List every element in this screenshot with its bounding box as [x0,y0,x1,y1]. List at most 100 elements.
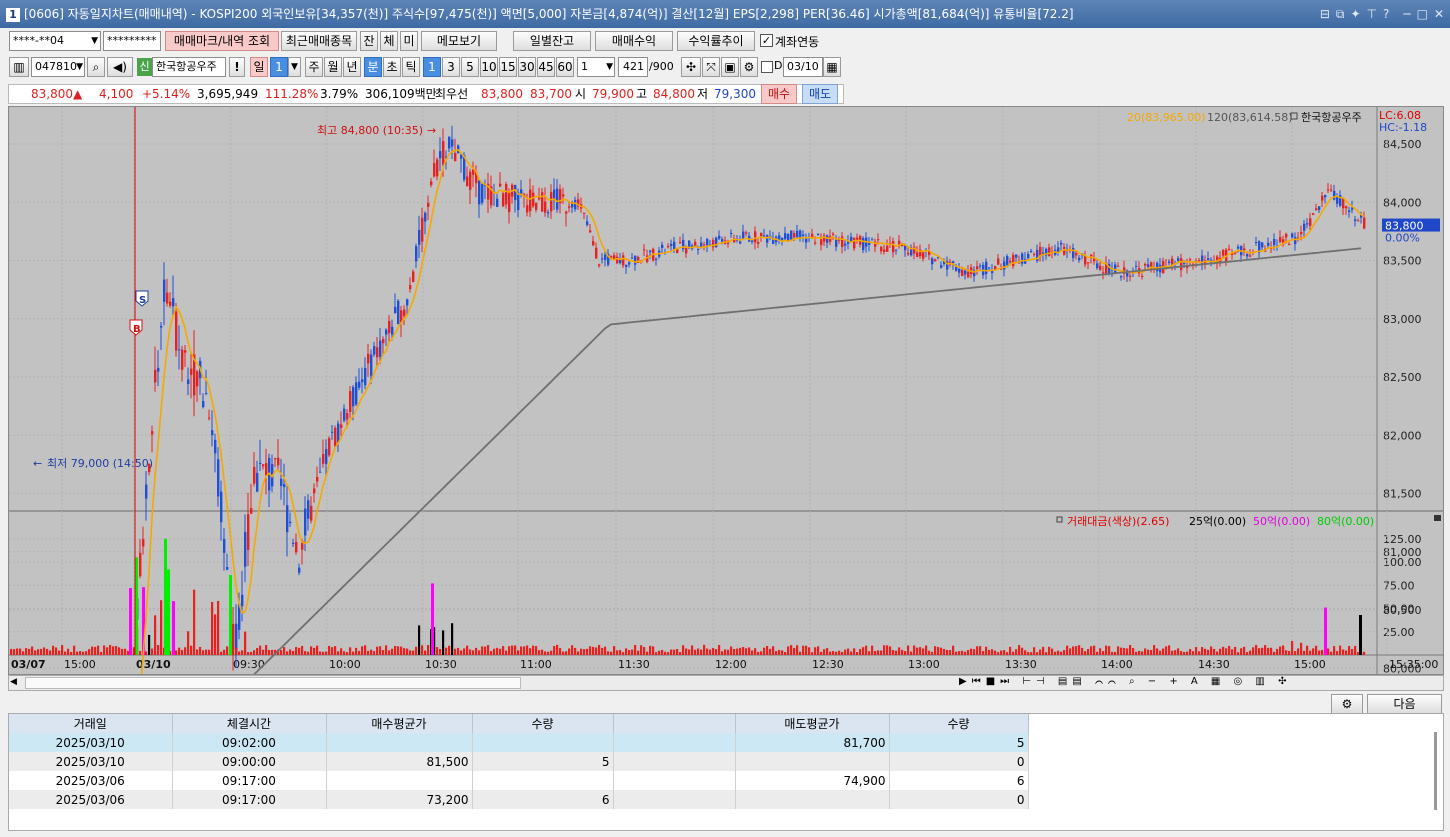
candle-body [541,192,544,212]
account-link-checkbox[interactable]: ✓ [760,34,773,47]
volume-bar [856,652,859,655]
unfilled-button[interactable]: 미 [400,31,418,51]
col-sell-avg[interactable]: 매도평균가 [735,714,890,733]
col-sell-qty[interactable]: 수량 [889,714,1029,733]
col-buy-avg[interactable]: 매수평균가 [326,714,473,733]
candle-body [415,246,418,262]
date-input[interactable]: 03/10 [783,57,823,77]
volume-bar [1315,645,1318,655]
interval-15-button[interactable]: 15 [499,57,517,77]
crosshair-icon[interactable]: ⤧ [702,57,720,77]
volume-bar [1012,651,1015,655]
candle-body [844,243,847,246]
volume-bar [892,650,895,655]
chevron-down-icon[interactable]: ▼ [288,57,301,77]
volume-bar [994,650,997,655]
period-day-button[interactable]: 일 [250,57,268,77]
candle-body [277,457,280,466]
maximize-icon[interactable]: □ [1417,7,1428,21]
volume-bar [652,646,655,655]
candle-body [562,194,565,197]
scroll-thumb[interactable] [25,677,521,689]
stock-code-input[interactable]: 047810 ▼ [31,57,85,77]
interval-10-button[interactable]: 10 [480,57,498,77]
period-tick-button[interactable]: 틱 [402,57,420,77]
stock-name-field[interactable]: 한국항공우주 [152,57,226,77]
date-checkbox[interactable] [761,61,773,73]
volume-bar [727,649,730,655]
close-icon[interactable]: ✕ [1434,7,1444,21]
candle-body [940,265,943,268]
sell-button[interactable]: 매도 [802,84,838,104]
trade-mark-query-button[interactable]: 매매마크/내역 조회 [165,31,279,51]
col-exec-time[interactable]: 체결시간 [172,714,327,733]
gear-icon[interactable]: ⚙ [740,57,758,77]
interval-45-button[interactable]: 45 [537,57,555,77]
table-row[interactable]: 2025/03/06 09:17:00 73,200 6 0 [9,790,1029,809]
candle-body [241,594,244,607]
calendar-icon[interactable]: ▦ [823,57,841,77]
minimize-icon[interactable]: ─ [1403,7,1410,21]
data-count-input[interactable]: 421 [618,57,648,77]
trade-mark-icon[interactable]: ✣ [681,57,701,77]
return-trend-button[interactable]: 수익률추이 [677,31,755,51]
volume-bar [241,650,244,655]
speaker-icon[interactable]: ◀) [107,57,133,77]
scroll-left-icon[interactable]: ◀ [10,677,17,687]
help-icon[interactable]: ? [1383,7,1389,21]
candle-body [469,171,472,190]
layout-icon[interactable]: ⊟ [1320,7,1330,21]
memo-button[interactable]: 메모보기 [421,31,497,51]
volume-bar [94,646,97,655]
chart-canvas[interactable]: 84,500 84,000 83,500 83,000 82,500 82,000 81,5… [9,107,1443,674]
settings-gear-icon[interactable]: ⚙ [1331,694,1363,714]
candle-body [745,232,748,234]
candle-body [1177,258,1180,262]
period-week-button[interactable]: 주 [305,57,323,77]
table-row[interactable]: 2025/03/10 09:02:00 81,700 5 [9,733,1029,752]
candle-body [1087,262,1090,264]
table-row[interactable]: 2025/03/10 09:00:00 81,500 5 0 [9,752,1029,771]
pin-icon[interactable]: ✦ [1350,7,1360,21]
search-icon[interactable]: ⌕ [87,57,105,77]
balance-button[interactable]: 잔 [360,31,378,51]
price-chart[interactable]: 84,500 84,000 83,500 83,000 82,500 82,000 81,5… [8,106,1444,675]
custom-interval-select[interactable]: 1 ▼ [577,57,615,77]
filled-button[interactable]: 체 [380,31,398,51]
buy-button[interactable]: 매수 [761,84,797,104]
interval-3-button[interactable]: 3 [442,57,460,77]
interval-5-button[interactable]: 5 [461,57,479,77]
volume-bar [862,647,865,655]
table-scrollbar[interactable] [1434,732,1437,810]
col-trade-date[interactable]: 거래일 [9,714,173,733]
volume-bar [931,651,934,655]
period-month-button[interactable]: 월 [324,57,342,77]
save-icon[interactable]: ▣ [721,57,739,77]
daily-balance-button[interactable]: 일별잔고 [513,31,591,51]
interval-30-button[interactable]: 30 [518,57,536,77]
table-row[interactable]: 2025/03/06 09:17:00 74,900 6 [9,771,1029,790]
chart-scrollbar[interactable]: ◀ ▶⏮■⏭ ⊢⊣ ▤▤ ⌒⌒ ⌕ − + A ▦ ◎ ▥ ✣ [8,675,1444,691]
period-second-button[interactable]: 초 [383,57,401,77]
chart-tools-strip[interactable]: ▶⏮■⏭ ⊢⊣ ▤▤ ⌒⌒ ⌕ − + A ▦ ◎ ▥ ✣ [959,676,1291,687]
period-year-button[interactable]: 년 [343,57,361,77]
trade-profit-button[interactable]: 매매수익 [595,31,673,51]
restore-window-icon[interactable]: ⧉ [1336,7,1345,22]
interval-60-button[interactable]: 60 [556,57,574,77]
next-button[interactable]: 다음 [1367,694,1442,714]
password-field[interactable]: ********* [103,31,161,51]
volume-bar [361,646,364,655]
warning-button[interactable]: ! [229,57,245,77]
col-buy-qty[interactable]: 수량 [472,714,614,733]
account-select[interactable]: ****-**04 ▼ [9,31,101,51]
volume-bar [574,647,577,655]
volume-spike-bar [167,569,170,655]
recent-trades-button[interactable]: 최근매매종목 [281,31,357,51]
period-count[interactable]: 1 [270,57,288,77]
chart-type-icon[interactable]: ▥ [9,57,29,77]
interval-1-button[interactable]: 1 [423,57,441,77]
volume-bar [256,648,259,655]
period-minute-button[interactable]: 분 [364,57,382,77]
lock-icon[interactable]: ⊤ [1367,7,1377,21]
credit-badge: 신 [137,58,152,76]
